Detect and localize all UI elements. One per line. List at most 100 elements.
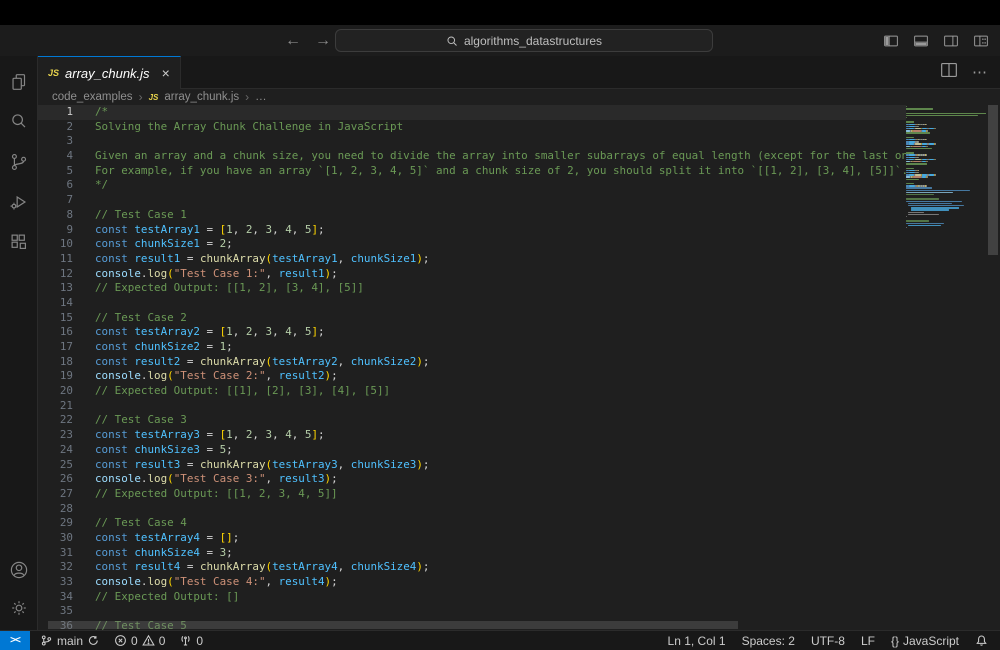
code-line[interactable]: 2Solving the Array Chunk Challenge in Ja… (38, 120, 908, 135)
line-number[interactable]: 19 (38, 369, 73, 384)
code-line[interactable]: 8// Test Case 1 (38, 208, 908, 223)
line-number[interactable]: 20 (38, 384, 73, 399)
tab-close-icon[interactable]: × (162, 65, 170, 81)
code-line[interactable]: 13// Expected Output: [[1, 2], [3, 4], [… (38, 281, 908, 296)
line-number[interactable]: 12 (38, 267, 73, 282)
code-line[interactable]: 6*/ (38, 178, 908, 193)
code-line[interactable]: 20// Expected Output: [[1], [2], [3], [4… (38, 384, 908, 399)
line-number[interactable]: 33 (38, 575, 73, 590)
line-number[interactable]: 1 (38, 105, 73, 120)
status-bar-item[interactable]: {}JavaScript (891, 634, 959, 648)
activity-bar-extensions[interactable] (7, 230, 31, 254)
line-number[interactable]: 8 (38, 208, 73, 223)
code-line[interactable]: 9const testArray1 = [1, 2, 3, 4, 5]; (38, 223, 908, 238)
activity-bar-run-debug[interactable] (7, 190, 31, 214)
code-line[interactable]: 5For example, if you have an array `[1, … (38, 164, 908, 179)
status-bar-item[interactable]: LF (861, 634, 875, 648)
line-number[interactable]: 30 (38, 531, 73, 546)
code-line[interactable]: 21 (38, 399, 908, 414)
code-editor[interactable]: 1/*2Solving the Array Chunk Challenge in… (38, 105, 1000, 630)
breadcrumb-item[interactable]: array_chunk.js (164, 91, 239, 103)
status-bar-item[interactable]: 00 (114, 634, 165, 648)
layout-sidebar-right-icon[interactable] (942, 32, 960, 50)
line-number[interactable]: 2 (38, 120, 73, 135)
status-bar-item[interactable] (975, 634, 988, 647)
code-line[interactable]: 31const chunkSize4 = 3; (38, 546, 908, 561)
breadcrumb-item[interactable]: … (255, 91, 267, 103)
split-editor-icon[interactable] (938, 59, 960, 86)
line-number[interactable]: 35 (38, 604, 73, 619)
line-number[interactable]: 15 (38, 311, 73, 326)
line-number[interactable]: 31 (38, 546, 73, 561)
line-number[interactable]: 17 (38, 340, 73, 355)
line-number[interactable]: 5 (38, 164, 73, 179)
line-number[interactable]: 21 (38, 399, 73, 414)
horizontal-scrollbar-thumb[interactable] (48, 621, 738, 629)
activity-bar-account[interactable] (7, 558, 31, 582)
code-line[interactable]: 19console.log("Test Case 2:", result2); (38, 369, 908, 384)
command-center-search[interactable]: algorithms_datastructures (335, 29, 713, 52)
status-bar-item[interactable]: Ln 1, Col 1 (668, 634, 726, 648)
line-number[interactable]: 7 (38, 193, 73, 208)
line-number[interactable]: 29 (38, 516, 73, 531)
activity-bar-source-control[interactable] (7, 150, 31, 174)
tab-array-chunk[interactable]: JS array_chunk.js × (38, 56, 181, 89)
line-number[interactable]: 26 (38, 472, 73, 487)
code-line[interactable]: 12console.log("Test Case 1:", result1); (38, 267, 908, 282)
line-number[interactable]: 10 (38, 237, 73, 252)
activity-bar-settings[interactable] (7, 596, 31, 620)
line-number[interactable]: 11 (38, 252, 73, 267)
minimap[interactable] (906, 105, 986, 630)
code-line[interactable]: 32const result4 = chunkArray(testArray4,… (38, 560, 908, 575)
code-line[interactable]: 18const result2 = chunkArray(testArray2,… (38, 355, 908, 370)
line-number[interactable]: 34 (38, 590, 73, 605)
code-line[interactable]: 27// Expected Output: [[1, 2, 3, 4, 5]] (38, 487, 908, 502)
code-line[interactable]: 10const chunkSize1 = 2; (38, 237, 908, 252)
code-line[interactable]: 24const chunkSize3 = 5; (38, 443, 908, 458)
line-number[interactable]: 13 (38, 281, 73, 296)
line-number[interactable]: 23 (38, 428, 73, 443)
code-line[interactable]: 14 (38, 296, 908, 311)
code-line[interactable]: 1/* (38, 105, 908, 120)
code-line[interactable]: 7 (38, 193, 908, 208)
code-line[interactable]: 3 (38, 134, 908, 149)
code-line[interactable]: 11const result1 = chunkArray(testArray1,… (38, 252, 908, 267)
code-line[interactable]: 17const chunkSize2 = 1; (38, 340, 908, 355)
code-line[interactable]: 29// Test Case 4 (38, 516, 908, 531)
code-line[interactable]: 23const testArray3 = [1, 2, 3, 4, 5]; (38, 428, 908, 443)
line-number[interactable]: 25 (38, 458, 73, 473)
line-number[interactable]: 3 (38, 134, 73, 149)
code-line[interactable]: 22// Test Case 3 (38, 413, 908, 428)
activity-bar-explorer[interactable] (7, 70, 31, 94)
more-actions-icon[interactable]: ⋯ (972, 63, 988, 81)
line-number[interactable]: 9 (38, 223, 73, 238)
layout-sidebar-left-icon[interactable] (882, 32, 900, 50)
line-number[interactable]: 6 (38, 178, 73, 193)
nav-forward-icon[interactable]: → (315, 32, 331, 50)
line-number[interactable]: 22 (38, 413, 73, 428)
code-line[interactable]: 26console.log("Test Case 3:", result3); (38, 472, 908, 487)
line-number[interactable]: 14 (38, 296, 73, 311)
nav-back-icon[interactable]: ← (285, 32, 301, 50)
status-bar-item[interactable]: UTF-8 (811, 634, 845, 648)
status-bar-item[interactable]: Spaces: 2 (742, 634, 795, 648)
vertical-scrollbar[interactable] (986, 105, 1000, 630)
code-line[interactable]: 35 (38, 604, 908, 619)
code-line[interactable]: 25const result3 = chunkArray(testArray3,… (38, 458, 908, 473)
code-line[interactable]: 34// Expected Output: [] (38, 590, 908, 605)
horizontal-scrollbar[interactable] (48, 621, 908, 629)
status-bar-item[interactable]: main (40, 634, 100, 648)
code-line[interactable]: 4Given an array and a chunk size, you ne… (38, 149, 908, 164)
line-number[interactable]: 27 (38, 487, 73, 502)
line-number[interactable]: 32 (38, 560, 73, 575)
line-number[interactable]: 24 (38, 443, 73, 458)
line-number[interactable]: 18 (38, 355, 73, 370)
code-line[interactable]: 16const testArray2 = [1, 2, 3, 4, 5]; (38, 325, 908, 340)
code-line[interactable]: 33console.log("Test Case 4:", result4); (38, 575, 908, 590)
line-number[interactable]: 4 (38, 149, 73, 164)
remote-indicator[interactable]: >< (0, 631, 30, 650)
line-number[interactable]: 28 (38, 502, 73, 517)
breadcrumb-item[interactable]: code_examples (52, 91, 133, 103)
activity-bar-search[interactable] (7, 110, 31, 134)
code-line[interactable]: 28 (38, 502, 908, 517)
